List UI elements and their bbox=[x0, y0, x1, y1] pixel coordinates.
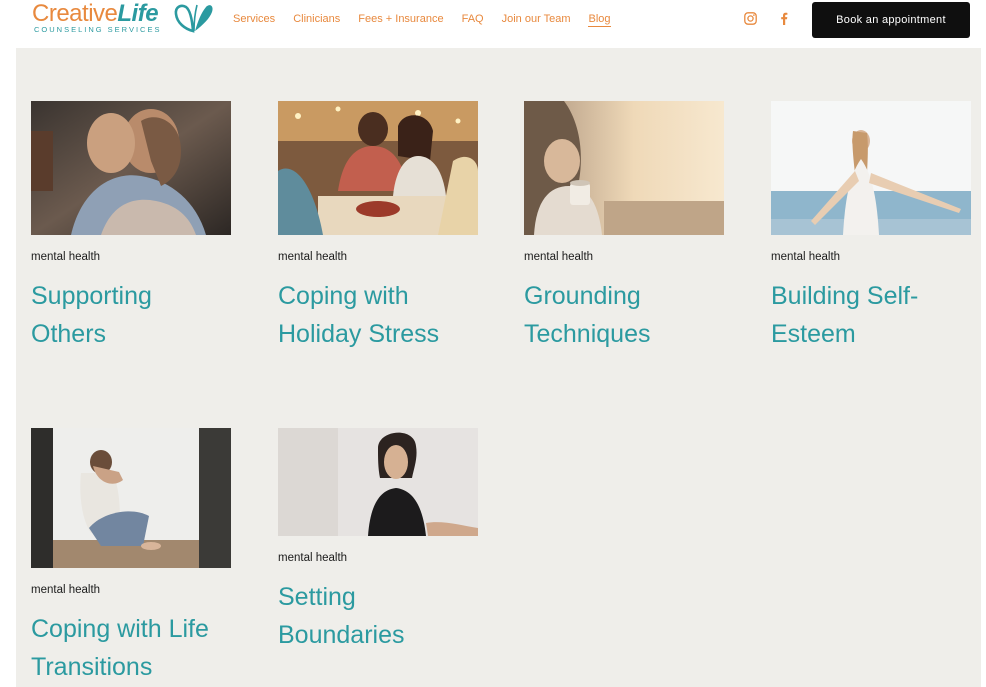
post-title[interactable]: Building Self-Esteem bbox=[771, 277, 971, 353]
book-appointment-button[interactable]: Book an appointment bbox=[812, 2, 970, 38]
blog-card[interactable]: mental health Coping with Holiday Stress bbox=[278, 101, 478, 353]
nav-item-fees-insurance[interactable]: Fees + Insurance bbox=[358, 13, 443, 27]
nav-item-blog[interactable]: Blog bbox=[588, 13, 611, 27]
man-sitting-head-in-hands-photo[interactable] bbox=[31, 428, 231, 568]
post-title[interactable]: Coping with Holiday Stress bbox=[278, 277, 478, 353]
logo[interactable]: CreativeLife COUNSELING SERVICES bbox=[32, 0, 217, 40]
post-title[interactable]: Supporting Others bbox=[31, 277, 231, 353]
post-title[interactable]: Setting Boundaries bbox=[278, 578, 478, 654]
woman-arms-open-sea-photo[interactable] bbox=[771, 101, 971, 235]
woman-holding-mug-sunset-photo[interactable] bbox=[524, 101, 724, 235]
main-nav: Services Clinicians Fees + Insurance FAQ… bbox=[233, 13, 629, 27]
blog-card[interactable]: mental health Building Self-Esteem bbox=[771, 101, 971, 353]
post-category[interactable]: mental health bbox=[31, 584, 231, 596]
friends-holiday-dinner-photo[interactable] bbox=[278, 101, 478, 235]
post-category[interactable]: mental health bbox=[278, 251, 478, 263]
post-category[interactable]: mental health bbox=[31, 251, 231, 263]
facebook-icon[interactable] bbox=[780, 12, 788, 25]
post-category[interactable]: mental health bbox=[524, 251, 724, 263]
logo-wordmark: CreativeLife bbox=[32, 0, 159, 27]
post-title[interactable]: Coping with Life Transitions bbox=[31, 610, 231, 686]
nav-item-services[interactable]: Services bbox=[233, 13, 275, 27]
blog-card[interactable]: mental health Coping with Life Transitio… bbox=[31, 428, 231, 686]
butterfly-logo-icon bbox=[174, 4, 213, 33]
post-category[interactable]: mental health bbox=[278, 552, 478, 564]
blog-card[interactable]: mental health Grounding Techniques bbox=[524, 101, 724, 353]
blog-card[interactable]: mental health Supporting Others bbox=[31, 101, 231, 353]
blog-card[interactable]: mental health Setting Boundaries bbox=[278, 428, 478, 654]
two-people-hugging-photo[interactable] bbox=[31, 101, 231, 235]
instagram-icon[interactable] bbox=[744, 12, 757, 25]
post-title[interactable]: Grounding Techniques bbox=[524, 277, 724, 353]
nav-item-faq[interactable]: FAQ bbox=[462, 13, 484, 27]
logo-tagline: COUNSELING SERVICES bbox=[34, 25, 162, 34]
post-category[interactable]: mental health bbox=[771, 251, 971, 263]
blog-grid: mental health Supporting Others mental h… bbox=[16, 48, 981, 687]
site-header: CreativeLife COUNSELING SERVICES Service… bbox=[0, 0, 986, 46]
woman-looking-away-photo[interactable] bbox=[278, 428, 478, 536]
nav-item-clinicians[interactable]: Clinicians bbox=[293, 13, 340, 27]
nav-item-join-our-team[interactable]: Join our Team bbox=[502, 13, 571, 27]
